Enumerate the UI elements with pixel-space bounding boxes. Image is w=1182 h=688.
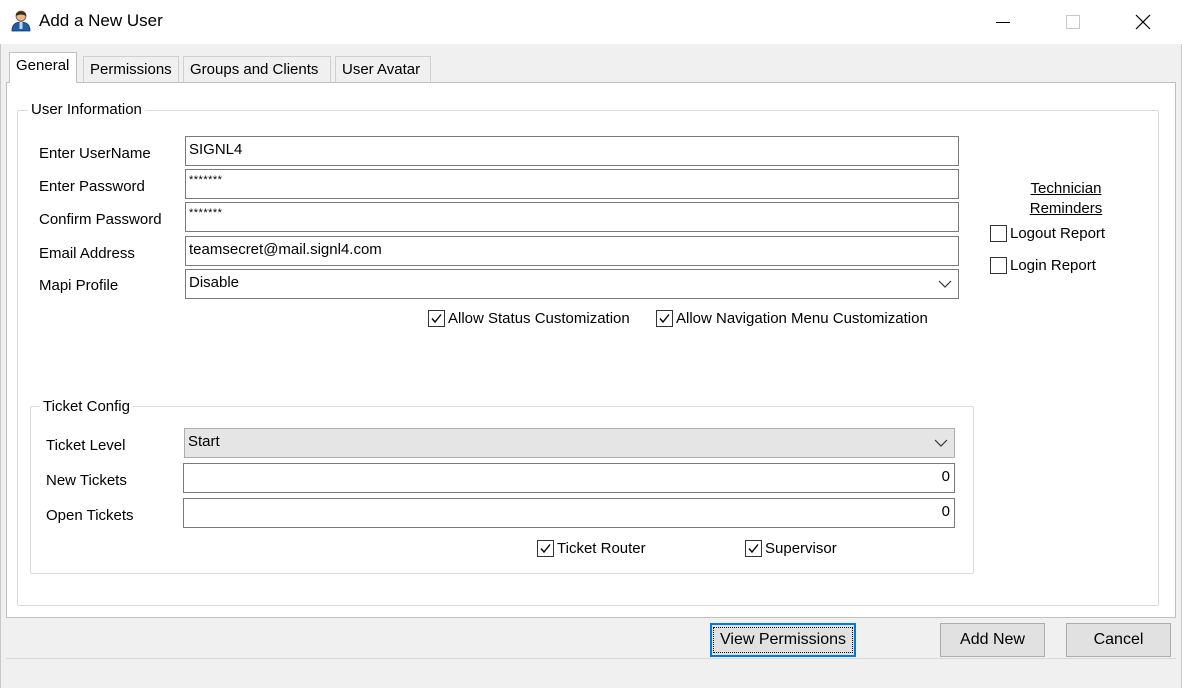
logout-report-label: Logout Report xyxy=(1010,224,1106,242)
cancel-button[interactable]: Cancel xyxy=(1066,623,1171,657)
bottom-divider xyxy=(6,658,1176,659)
confirm-password-input[interactable]: ******* xyxy=(185,202,959,232)
username-input[interactable]: SIGNL4 xyxy=(185,136,959,166)
checkbox-checked-icon xyxy=(537,539,554,557)
view-permissions-label: View Permissions xyxy=(713,627,853,653)
checkbox-unchecked-icon xyxy=(990,224,1007,242)
ticket-level-value: Start xyxy=(188,433,220,450)
maximize-button[interactable] xyxy=(1038,0,1108,44)
title-bar: Add a New User xyxy=(0,0,1182,44)
supervisor-label: Supervisor xyxy=(765,539,837,557)
general-tab-page: User Information Enter UserName SIGNL4 E… xyxy=(6,82,1176,618)
ticket-router-label: Ticket Router xyxy=(557,539,646,557)
logout-report-checkbox[interactable]: Logout Report xyxy=(990,223,1105,243)
chevron-down-icon xyxy=(934,439,948,447)
window-title: Add a New User xyxy=(39,11,163,30)
allow-status-customization-checkbox[interactable]: Allow Status Customization xyxy=(428,308,630,328)
chevron-down-icon xyxy=(938,280,952,288)
login-report-checkbox[interactable]: Login Report xyxy=(990,255,1096,275)
mapi-profile-value: Disable xyxy=(189,274,240,291)
email-address-input[interactable]: teamsecret@mail.signl4.com xyxy=(185,236,959,266)
view-permissions-button[interactable]: View Permissions xyxy=(710,623,856,657)
checkbox-unchecked-icon xyxy=(990,256,1007,274)
close-button[interactable] xyxy=(1108,0,1178,44)
allow-navigation-menu-customization-label: Allow Navigation Menu Customization xyxy=(676,309,928,327)
checkbox-checked-icon xyxy=(745,539,762,557)
ticket-router-checkbox[interactable]: Ticket Router xyxy=(537,538,646,558)
tab-groups-and-clients[interactable]: Groups and Clients xyxy=(183,56,331,82)
technician-reminders-line2: Reminders xyxy=(1029,200,1103,217)
open-tickets-input[interactable]: 0 xyxy=(183,498,955,528)
new-tickets-label: New Tickets xyxy=(46,472,127,489)
allow-status-customization-label: Allow Status Customization xyxy=(448,309,630,327)
tab-permissions[interactable]: Permissions xyxy=(83,56,179,82)
ticket-level-label: Ticket Level xyxy=(46,437,126,454)
ticket-config-legend: Ticket Config xyxy=(40,398,133,415)
technician-reminders-line1: Technician xyxy=(1030,180,1102,197)
minimize-icon xyxy=(996,22,1010,23)
ticket-level-select[interactable]: Start xyxy=(184,428,955,458)
supervisor-checkbox[interactable]: Supervisor xyxy=(745,538,837,558)
password-label: Enter Password xyxy=(39,178,145,195)
login-report-label: Login Report xyxy=(1010,256,1096,274)
user-information-legend: User Information xyxy=(28,101,145,118)
email-address-label: Email Address xyxy=(39,245,135,262)
new-tickets-input[interactable]: 0 xyxy=(183,463,955,493)
minimize-button[interactable] xyxy=(968,0,1038,44)
checkbox-checked-icon xyxy=(656,309,673,327)
tab-user-avatar[interactable]: User Avatar xyxy=(335,56,431,82)
password-input[interactable]: ******* xyxy=(185,169,959,199)
confirm-password-label: Confirm Password xyxy=(39,211,162,228)
user-avatar-icon xyxy=(10,10,32,32)
username-label: Enter UserName xyxy=(39,145,151,162)
open-tickets-label: Open Tickets xyxy=(46,507,134,524)
add-new-button[interactable]: Add New xyxy=(940,623,1045,657)
allow-navigation-menu-customization-checkbox[interactable]: Allow Navigation Menu Customization xyxy=(656,308,928,328)
technician-reminders-heading: Technician Reminders xyxy=(1011,179,1121,219)
close-icon xyxy=(1135,14,1151,30)
mapi-profile-label: Mapi Profile xyxy=(39,277,119,294)
maximize-icon xyxy=(1066,15,1080,29)
checkbox-checked-icon xyxy=(428,309,445,327)
tab-general[interactable]: General xyxy=(9,52,77,83)
mapi-profile-select[interactable]: Disable xyxy=(185,269,959,299)
